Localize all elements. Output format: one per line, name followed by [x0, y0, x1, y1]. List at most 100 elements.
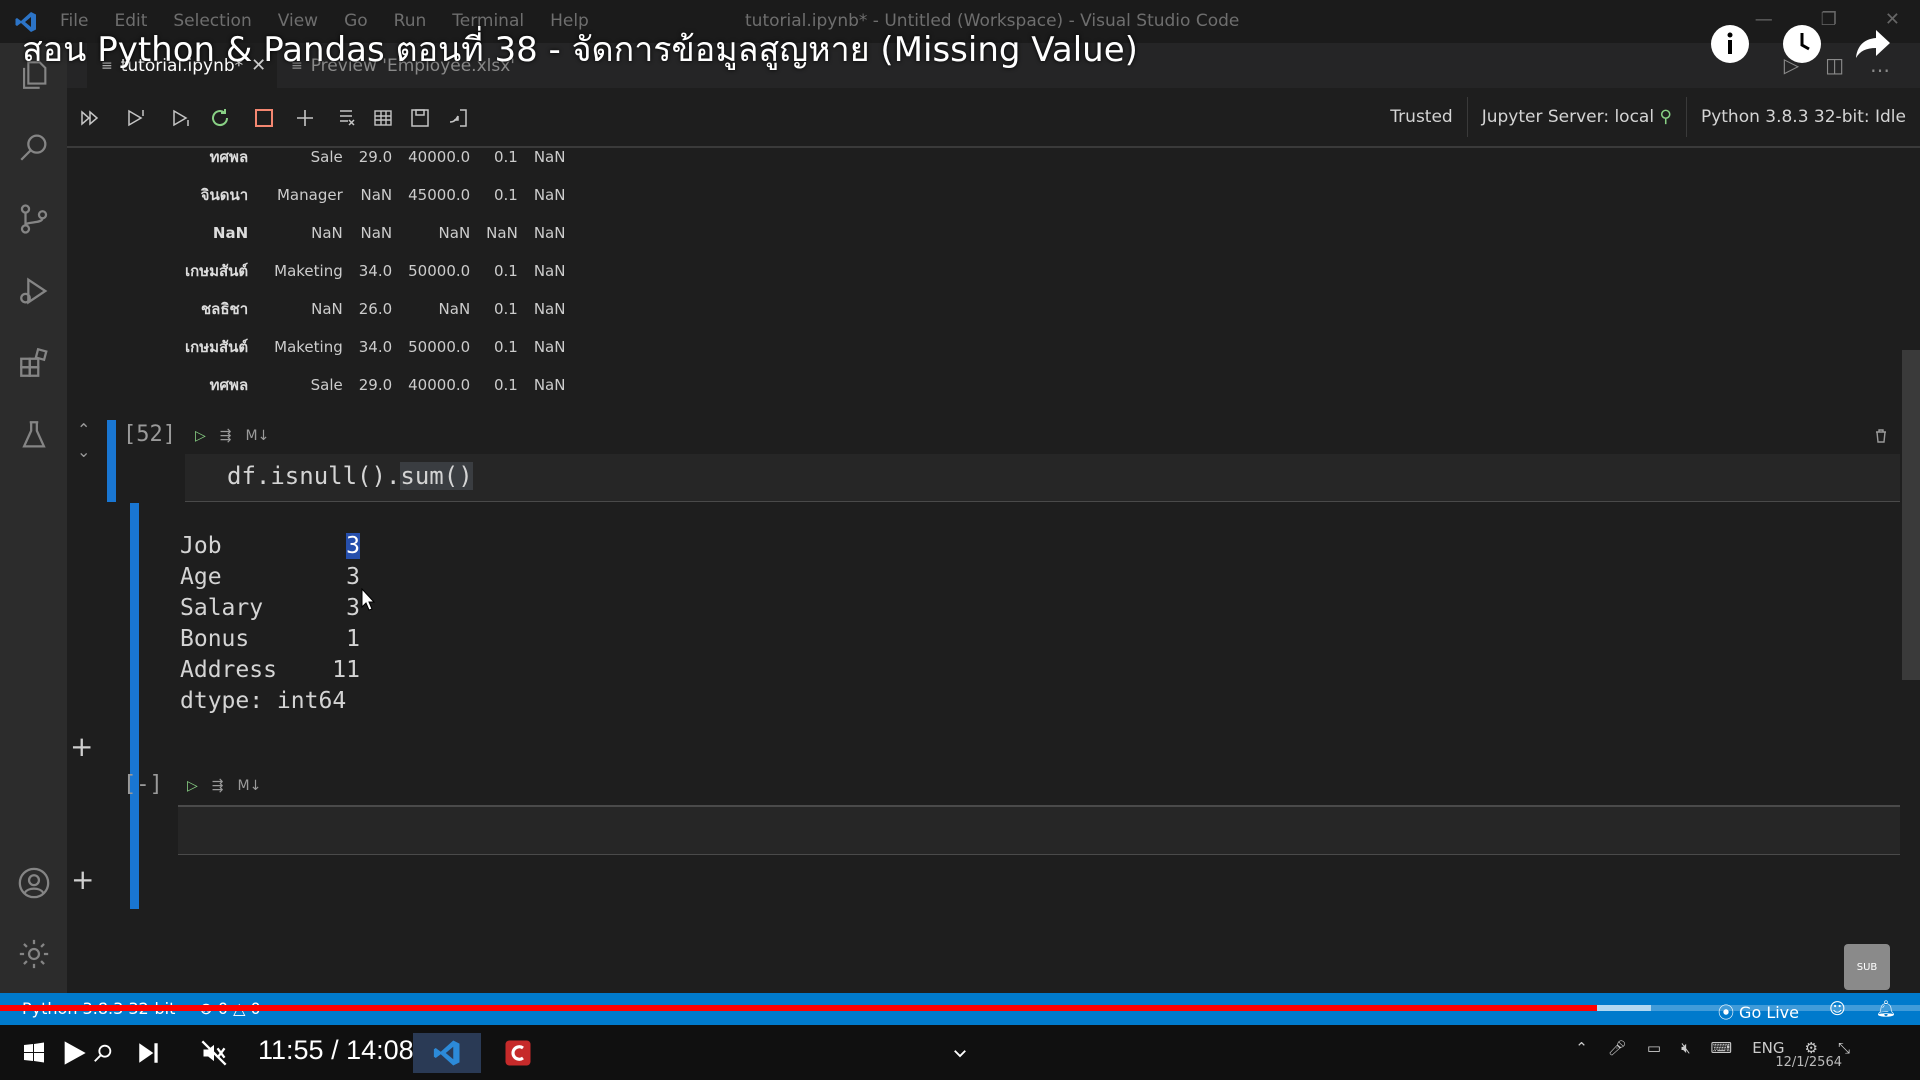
- run-debug-icon[interactable]: [16, 273, 52, 309]
- dataframe-cell: NaN: [360, 224, 393, 242]
- kernel-indicator[interactable]: Python 3.8.3 32-bit: Idle: [1685, 97, 1920, 137]
- run-cell-icon[interactable]: ▷: [195, 428, 206, 444]
- add-cell-icon[interactable]: +: [71, 863, 94, 896]
- dataframe-cell: NaN: [533, 376, 566, 394]
- watch-later-icon[interactable]: [1782, 24, 1822, 64]
- taskbar-vscode-app[interactable]: [413, 1033, 481, 1073]
- feedback-icon[interactable]: ☺: [1829, 999, 1846, 1023]
- video-title: สอน Python & Pandas ตอนที่ 38 - จัดการข้…: [22, 30, 1138, 70]
- dataframe-row: เกษมสันต์ Maketing 34.0 50000.0 0.1 NaN: [177, 252, 573, 290]
- dataframe-row: NaN NaN NaN NaN NaN NaN: [177, 214, 573, 252]
- dataframe-cell: Sale: [310, 150, 343, 166]
- series-index: Salary: [180, 594, 264, 621]
- search-icon[interactable]: [16, 129, 52, 165]
- testing-flask-icon[interactable]: [16, 417, 52, 453]
- cell-toolbar: ▷ ⇶ M↓: [187, 778, 261, 794]
- output-row: Address 11: [180, 654, 360, 685]
- vertical-scrollbar[interactable]: [1902, 350, 1920, 680]
- dataframe-cell: NaN: [533, 224, 566, 242]
- dataframe-cell: 0.1: [493, 262, 518, 280]
- source-control-icon[interactable]: [16, 201, 52, 237]
- dataframe-cell: NaN: [533, 262, 566, 280]
- dataframe-cell: Sale: [310, 376, 343, 394]
- subscribe-watermark[interactable]: SUB: [1844, 944, 1890, 990]
- keyboard-icon[interactable]: ⌨: [1711, 1039, 1733, 1057]
- series-value: 11: [332, 656, 360, 683]
- delete-cell-icon[interactable]: [1873, 428, 1889, 448]
- search-taskbar-icon[interactable]: [90, 1033, 116, 1073]
- interrupt-kernel-icon[interactable]: [250, 104, 278, 132]
- series-value: 1: [346, 625, 360, 652]
- move-cell-down-icon[interactable]: ⌄: [77, 442, 90, 461]
- microphone-icon[interactable]: 🎤︎: [1608, 1039, 1627, 1057]
- empty-code-editor[interactable]: [178, 805, 1900, 855]
- run-by-line-icon[interactable]: ⇶: [220, 428, 232, 444]
- add-cell-icon[interactable]: [291, 104, 319, 132]
- video-progress-bar[interactable]: [0, 1005, 1920, 1011]
- muted-volume-icon[interactable]: [198, 1033, 230, 1073]
- taskbar: 11:55 / 14:08 ⌃ 🎤︎ ▭ 🔇︎ ⌨ ENG ⚙ ⤡ 12/1/2…: [0, 1025, 1920, 1080]
- dataframe-cell: 0.1: [493, 150, 518, 166]
- run-all-icon[interactable]: [77, 104, 105, 132]
- dataframe-cell: Maketing: [274, 338, 343, 356]
- play-icon[interactable]: [58, 1033, 90, 1073]
- output-row: Bonus 1: [180, 623, 360, 654]
- server-label: Jupyter Server: local: [1481, 107, 1655, 127]
- extensions-icon[interactable]: [16, 345, 52, 381]
- share-icon[interactable]: [1854, 24, 1894, 64]
- markdown-toggle[interactable]: M↓: [238, 778, 262, 794]
- dataframe-row: ทศพล Sale 29.0 40000.0 0.1 NaN: [177, 366, 573, 404]
- settings-gear-icon[interactable]: [16, 936, 52, 972]
- add-cell-below-icon[interactable]: +: [70, 730, 93, 763]
- dataframe-row: เกษมสันต์ Maketing 34.0 50000.0 0.1 NaN: [177, 328, 573, 366]
- kernel-status: Trusted Jupyter Server: local ⚲ Python 3…: [1376, 88, 1920, 146]
- notebook-toolbar: Trusted Jupyter Server: local ⚲ Python 3…: [67, 88, 1920, 148]
- dataframe-cell: 0.1: [493, 376, 518, 394]
- buffered-segment: [1597, 1005, 1652, 1011]
- run-below-icon[interactable]: [167, 104, 195, 132]
- jupyter-server-indicator[interactable]: Jupyter Server: local ⚲: [1466, 97, 1686, 137]
- markdown-toggle[interactable]: M↓: [246, 428, 270, 444]
- output-dtype: dtype: int64: [180, 687, 347, 714]
- dataframe-row: ชลธิชา NaN 26.0 NaN 0.1 NaN: [177, 290, 573, 328]
- run-above-icon[interactable]: [122, 104, 150, 132]
- move-cell-up-icon[interactable]: ⌃: [77, 420, 90, 439]
- trusted-indicator[interactable]: Trusted: [1376, 97, 1466, 137]
- go-live-button[interactable]: ⦿ Go Live: [1718, 999, 1799, 1023]
- dataframe-index-cell: เกษมสันต์: [185, 338, 249, 356]
- export-icon[interactable]: [444, 104, 472, 132]
- dataframe-index-cell: ทศพล: [209, 376, 249, 394]
- played-segment: [0, 1005, 1598, 1011]
- restart-kernel-icon[interactable]: [206, 104, 234, 132]
- series-index: Age: [180, 563, 222, 590]
- windows-start-icon[interactable]: [18, 1033, 50, 1073]
- dataframe-cell: NaN: [533, 186, 566, 204]
- tray-chevron-icon[interactable]: ⌃: [1575, 1039, 1588, 1057]
- notifications-bell-icon[interactable]: 🔔︎: [1876, 999, 1896, 1023]
- run-by-line-icon[interactable]: ⇶: [212, 778, 224, 794]
- info-icon[interactable]: [1710, 24, 1750, 64]
- save-icon[interactable]: [406, 104, 434, 132]
- mouse-cursor-icon: [361, 587, 377, 616]
- clear-outputs-icon[interactable]: [332, 104, 360, 132]
- output-row: Salary 3: [180, 592, 360, 623]
- selected-value: 3: [346, 532, 360, 559]
- dataframe-index-cell: NaN: [212, 224, 249, 242]
- run-cell-icon[interactable]: ▷: [187, 778, 198, 794]
- output-row: Age 3: [180, 561, 360, 592]
- dataframe-cell: 0.1: [493, 338, 518, 356]
- variables-icon[interactable]: [369, 104, 397, 132]
- next-video-icon[interactable]: [134, 1033, 164, 1073]
- account-icon[interactable]: [16, 865, 52, 901]
- dataframe-cell: NaN: [311, 300, 343, 318]
- taskbar-camtasia-app[interactable]: [500, 1033, 536, 1073]
- speaker-muted-icon[interactable]: 🔇︎: [1681, 1039, 1690, 1057]
- dataframe-row: จินดนา Manager NaN 45000.0 0.1 NaN: [177, 176, 573, 214]
- dataframe-cell: NaN: [360, 186, 393, 204]
- network-icon[interactable]: ▭: [1647, 1039, 1661, 1057]
- video-time: 11:55 / 14:08: [258, 1035, 414, 1065]
- activity-bar: [0, 43, 67, 993]
- expand-chevron-icon[interactable]: [950, 1033, 970, 1073]
- dataframe-cell: 26.0: [358, 300, 393, 318]
- code-editor[interactable]: df.isnull().sum(): [185, 454, 1900, 502]
